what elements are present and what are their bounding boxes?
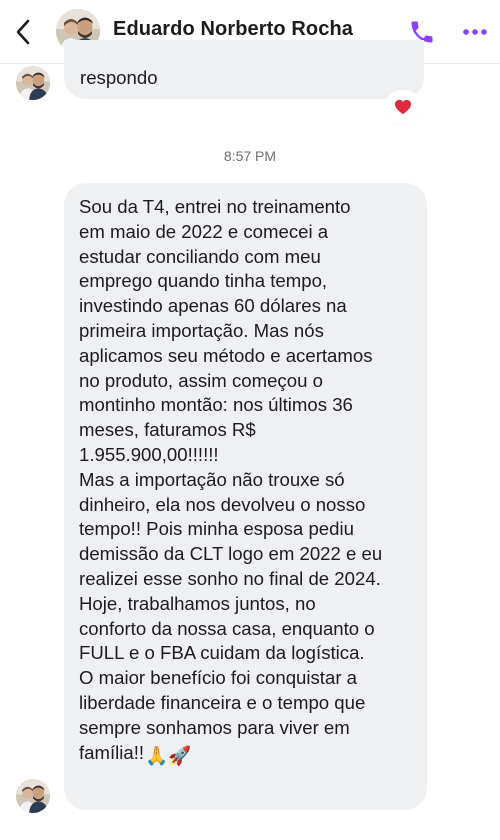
contact-name[interactable]: Eduardo Norberto Rocha [113,18,353,41]
more-horizontal-icon [463,29,487,35]
sender-avatar[interactable] [16,66,50,100]
message-body: Sou da T4, entrei no treinamento em maio… [79,196,383,763]
message-text: respondo [80,67,158,88]
emoji-pray-rocket: 🙏🚀 [145,744,192,766]
heart-reaction[interactable] [386,92,420,122]
more-options-button[interactable] [458,16,492,48]
chevron-left-icon [16,19,30,45]
message-bubble-previous[interactable]: respondo [64,40,424,99]
message-bubble-main[interactable]: Sou da T4, entrei no treinamento em maio… [64,183,427,810]
message-timestamp: 8:57 PM [223,148,277,164]
heart-icon [395,99,411,115]
sender-avatar[interactable] [16,779,50,813]
message-text: Sou da T4, entrei no treinamento em maio… [79,195,413,768]
back-button[interactable] [6,14,40,50]
